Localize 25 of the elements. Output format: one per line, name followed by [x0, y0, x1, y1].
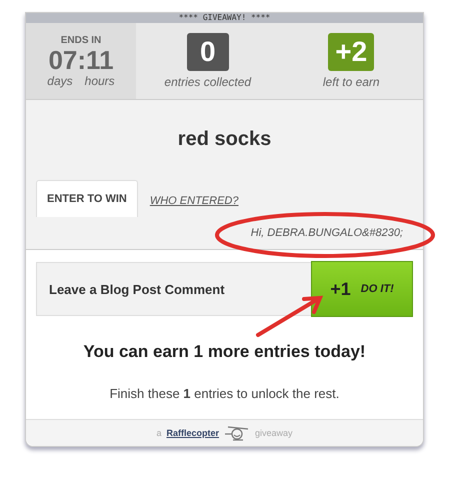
footer-text: a [156, 428, 162, 438]
entry-label: Leave a Blog Post Comment [49, 282, 225, 296]
giveaway-banner: **** GIVEAWAY! **** [26, 13, 423, 23]
tab[interactable]: ENTER TO WIN [36, 180, 138, 217]
time-separator: : [77, 44, 86, 74]
earn-message: You can earn 1 more entries today! [82, 342, 367, 362]
stat-value: 0 [186, 33, 229, 71]
stat-value: +2 [328, 33, 374, 71]
annotation-arrow [254, 293, 326, 339]
user-greeting: Hi, DEBRA.BUNGALO&#8230; [250, 227, 403, 239]
finish-message: Finish these 1 entries to unlock the rest. [108, 386, 340, 401]
days-value: 07 [48, 44, 78, 74]
ends-in-label: ENDS IN [60, 34, 102, 46]
stat-label: entries collected [164, 75, 252, 89]
prize-title: red socks [176, 127, 272, 152]
footer-text: giveaway [255, 428, 293, 438]
rafflecopter-link[interactable]: Rafflecopter [166, 428, 219, 438]
do-it-button[interactable]: +1 DO IT! [311, 261, 413, 317]
entry-row[interactable]: Leave a Blog Post Comment +1 DO IT! [36, 262, 413, 316]
hours-value: 11 [86, 44, 114, 74]
helicopter-icon [224, 425, 250, 441]
days-label: days [47, 74, 73, 88]
stat-label: left to earn [322, 75, 380, 89]
tab[interactable]: WHO ENTERED? [150, 185, 238, 217]
hours-label: hours [84, 74, 115, 88]
